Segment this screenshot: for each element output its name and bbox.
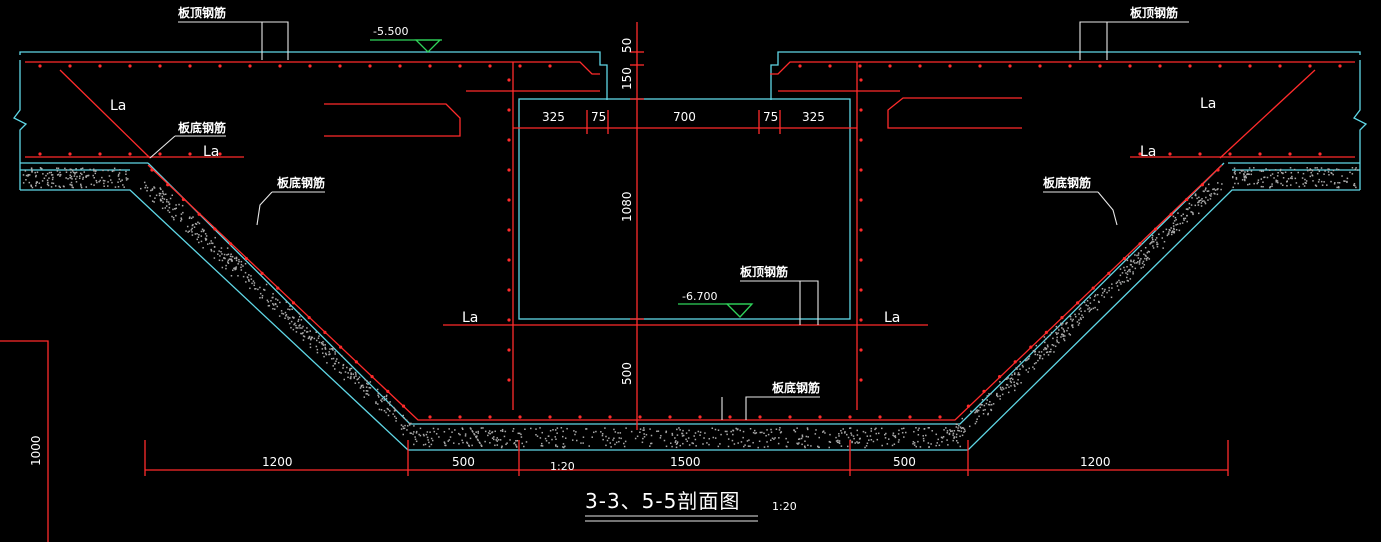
annotations: 板顶钢筋 板顶钢筋 板底钢筋 板底钢筋 板底钢筋 板顶钢筋 板底钢筋 La La… <box>29 5 1216 513</box>
dim-h-5: 1200 <box>1080 455 1111 469</box>
anchorage-label-6: La <box>884 310 900 326</box>
elevation-bottom: -6.700 <box>682 290 717 303</box>
label-bottom-rebar-right: 板底钢筋 <box>1043 175 1091 190</box>
label-bottom-rebar-pit: 板底钢筋 <box>772 380 820 395</box>
scale-small: 1:20 <box>550 460 575 473</box>
label-bottom-rebar-left-upper: 板底钢筋 <box>178 120 226 135</box>
anchorage-label-2: La <box>203 144 219 160</box>
dim-top-1: 325 <box>542 110 565 124</box>
dim-h-3: 1500 <box>670 455 701 469</box>
dim-v-2: 150 <box>620 67 634 90</box>
title-scale: 1:20 <box>772 500 797 513</box>
dim-v-3: 1080 <box>620 191 634 222</box>
dim-h-1: 1200 <box>262 455 293 469</box>
dim-top-2: 75 <box>591 110 606 124</box>
dim-h-2: 500 <box>452 455 475 469</box>
label-top-rebar-right: 板顶钢筋 <box>1130 5 1178 20</box>
section-title: 3-3、5-5剖面图 <box>585 489 740 513</box>
dim-h-4: 500 <box>893 455 916 469</box>
anchorage-label-1: La <box>110 98 126 114</box>
dim-top-5: 325 <box>802 110 825 124</box>
concrete-hatch <box>22 167 1359 449</box>
elevation-top: -5.500 <box>373 25 408 38</box>
dim-v-1: 50 <box>620 38 634 53</box>
label-top-rebar-pit: 板顶钢筋 <box>740 264 788 279</box>
leaders <box>149 21 1189 522</box>
anchorage-label-4: La <box>1140 144 1156 160</box>
elevation-markers <box>370 39 754 318</box>
label-bottom-rebar-left: 板底钢筋 <box>277 175 325 190</box>
section-drawing: 板顶钢筋 板顶钢筋 板底钢筋 板底钢筋 板底钢筋 板顶钢筋 板底钢筋 La La… <box>0 5 1368 542</box>
label-top-rebar-left: 板顶钢筋 <box>178 5 226 20</box>
anchorage-label-5: La <box>462 310 478 326</box>
dim-v-4: 500 <box>620 362 634 385</box>
dim-top-4: 75 <box>763 110 778 124</box>
dim-top-3: 700 <box>673 110 696 124</box>
anchorage-label-3: La <box>1200 96 1216 112</box>
dim-left-edge: 1000 <box>29 435 43 466</box>
